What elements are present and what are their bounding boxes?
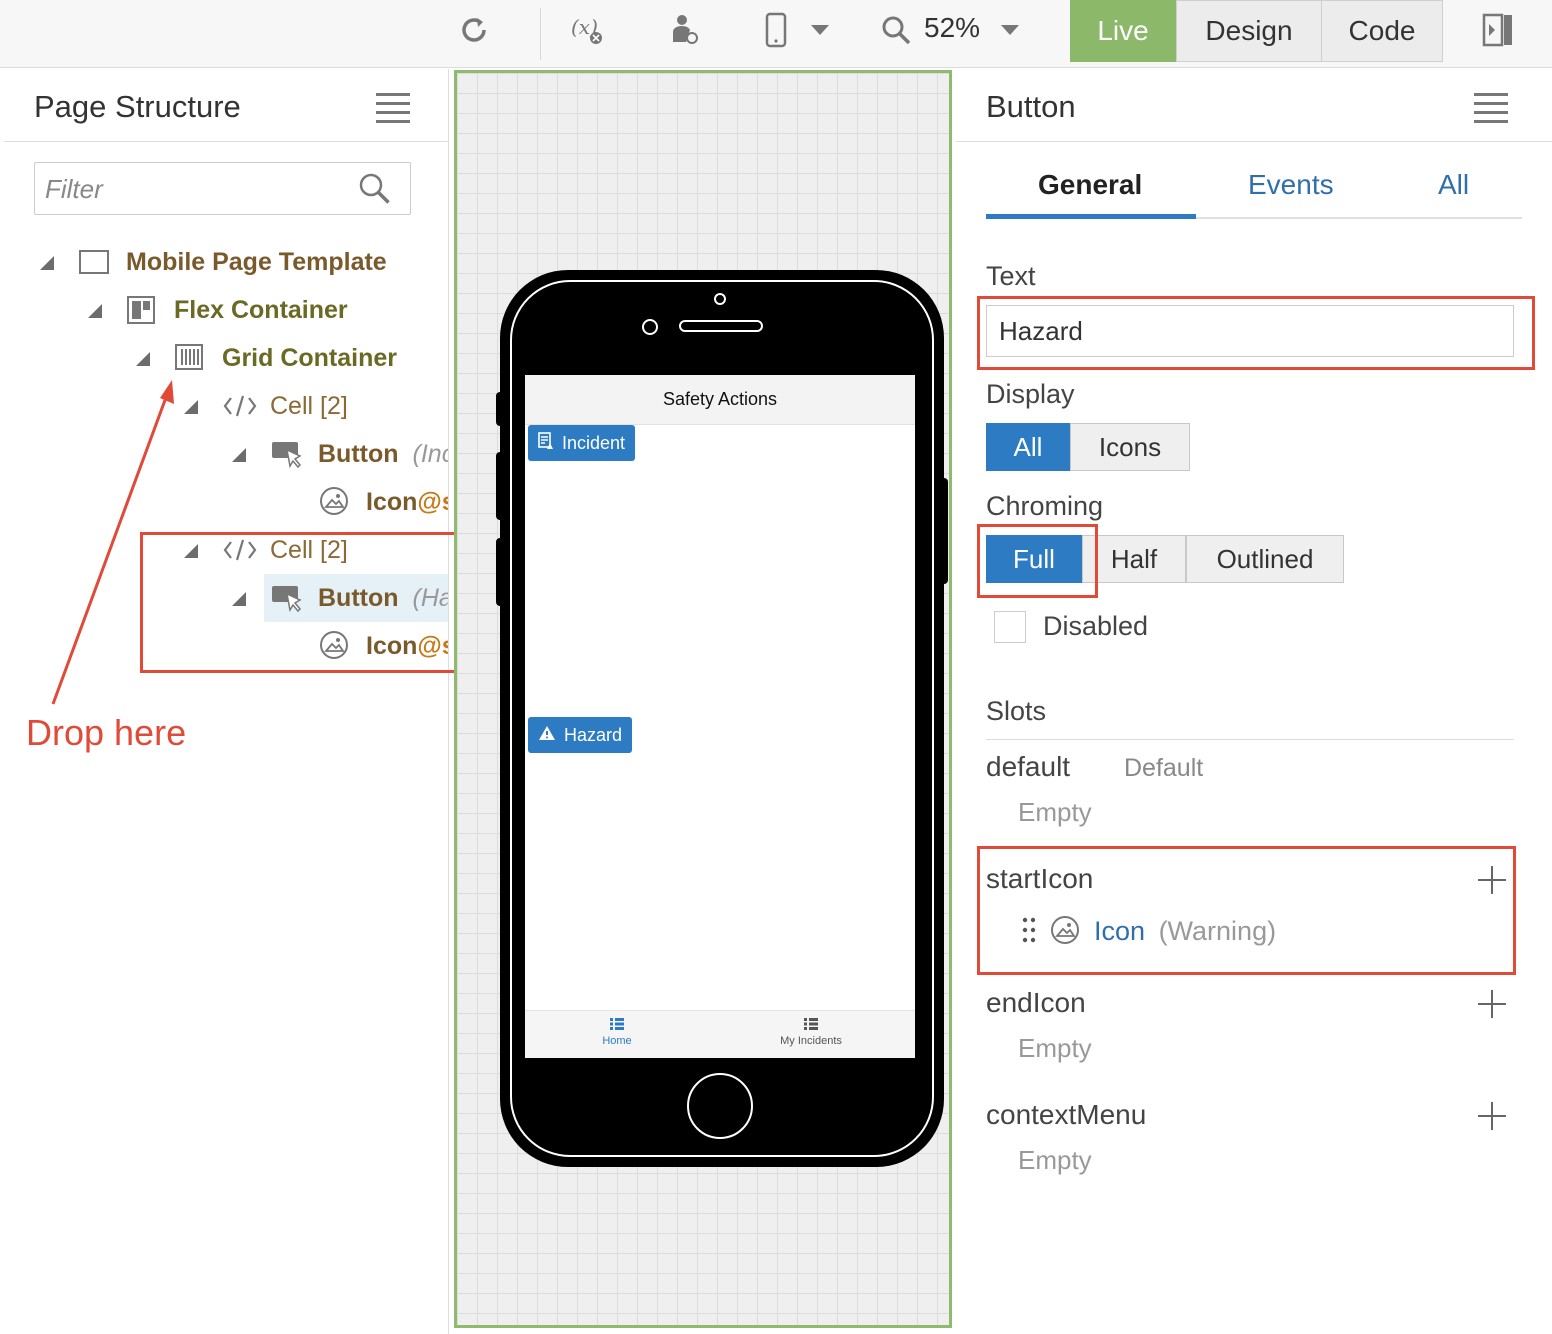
divider <box>986 739 1514 740</box>
hazard-button[interactable]: Hazard <box>528 717 633 753</box>
zoom-level[interactable]: 52% <box>924 12 980 44</box>
display-icons-option[interactable]: Icons <box>1070 423 1190 471</box>
chroming-full-highlight <box>977 524 1098 598</box>
code-mode-button[interactable]: Code <box>1321 0 1443 62</box>
slot-default-hint: Default <box>1124 754 1204 782</box>
list-icon <box>610 1018 624 1030</box>
image-icon <box>319 486 349 521</box>
tree-item-sublabel: (Inc <box>412 439 448 468</box>
app-header: Safety Actions <box>525 375 915 425</box>
phone-power-button <box>940 478 948 584</box>
toolbar-separator <box>540 8 541 60</box>
warning-icon <box>538 725 556 746</box>
variables-icon[interactable]: (x) <box>568 10 608 50</box>
hazard-button-label: Hazard <box>564 724 623 745</box>
collapse-triangle-icon[interactable] <box>88 304 102 318</box>
tree-item-label: Mobile Page Template <box>126 247 387 276</box>
tree-item-label: Icon <box>366 487 418 516</box>
user-roles-icon[interactable] <box>664 10 704 50</box>
search-icon[interactable] <box>357 171 393 212</box>
live-mode-button[interactable]: Live <box>1070 0 1176 62</box>
refresh-icon[interactable] <box>454 10 494 50</box>
drop-here-annotation: Drop here <box>26 712 187 753</box>
menu-icon[interactable] <box>1474 93 1508 123</box>
slot-default-name: default <box>986 751 1071 782</box>
slot-endicon-value: Empty <box>1018 1033 1092 1063</box>
tab-all[interactable]: All <box>1438 169 1469 201</box>
divider <box>4 141 449 142</box>
app-title: Safety Actions <box>662 389 778 409</box>
phone-home-button <box>687 1073 753 1139</box>
zoom-search-icon[interactable] <box>876 10 916 50</box>
nav-item-home[interactable]: Home <box>557 1017 677 1047</box>
page-template-icon <box>79 250 109 279</box>
nav-item-my-incidents[interactable]: My Incidents <box>751 1017 871 1047</box>
display-label: Display <box>986 379 1075 409</box>
collapse-triangle-icon[interactable] <box>40 256 54 270</box>
phone-speaker-camera <box>642 293 763 335</box>
chroming-outlined-option[interactable]: Outlined <box>1186 535 1344 583</box>
button-icon <box>271 440 303 475</box>
tree-item-label-suffix: @s <box>417 487 448 516</box>
tab-general[interactable]: General <box>1038 169 1142 201</box>
panel-title: Button <box>986 89 1076 124</box>
flex-container-icon <box>127 296 155 329</box>
properties-panel: Button General Events All Text Display A… <box>956 69 1552 1334</box>
text-field-highlight <box>977 296 1535 370</box>
bottom-navigation: Home My Incidents <box>525 1010 915 1058</box>
filter-field <box>34 162 411 215</box>
report-icon <box>538 431 554 455</box>
tree-item-label: Flex Container <box>174 295 348 324</box>
panel-title: Page Structure <box>34 89 241 124</box>
chroming-label: Chroming <box>986 491 1104 521</box>
nav-my-incidents-label: My Incidents <box>780 1035 842 1047</box>
menu-icon[interactable] <box>376 93 410 123</box>
starticon-slot-highlight <box>977 846 1516 975</box>
incident-button[interactable]: Incident <box>528 425 636 461</box>
tree-item-mobile-page-template[interactable]: Mobile Page Template <box>126 240 387 284</box>
phone-mute-switch <box>496 392 504 426</box>
tree-item-label: Cell [2] <box>270 391 348 420</box>
slots-label: Slots <box>986 696 1047 726</box>
mobile-device-icon[interactable] <box>756 10 796 50</box>
tree-item-flex-container[interactable]: Flex Container <box>174 288 348 332</box>
tab-events[interactable]: Events <box>1248 169 1334 201</box>
tree-item-grid-container[interactable]: Grid Container <box>222 336 397 380</box>
active-tab-indicator <box>986 214 1196 219</box>
slot-contextmenu-name: contextMenu <box>986 1099 1147 1130</box>
panel-toggle-icon[interactable] <box>1478 10 1518 50</box>
tree-item-button-incident[interactable]: Button (Inc <box>318 432 448 476</box>
add-contextmenu-icon[interactable] <box>1478 1102 1506 1130</box>
tree-item-label: Grid Container <box>222 343 398 372</box>
nav-home-label: Home <box>602 1035 632 1047</box>
tree-item-icon[interactable]: Icon@s <box>366 480 448 524</box>
incident-button-label: Incident <box>562 432 626 453</box>
zoom-chevron-down-icon[interactable] <box>990 10 1030 50</box>
phone-volume-up <box>496 452 504 520</box>
filter-input[interactable] <box>45 171 345 207</box>
disabled-label: Disabled <box>1043 611 1149 641</box>
display-all-option[interactable]: All <box>986 423 1070 471</box>
phone-volume-down <box>496 538 504 606</box>
slot-endicon-name: endIcon <box>986 987 1086 1018</box>
list-icon <box>804 1018 818 1030</box>
slot-contextmenu-value: Empty <box>1018 1145 1092 1175</box>
design-mode-button[interactable]: Design <box>1176 0 1322 62</box>
code-cell-icon <box>223 394 257 423</box>
phone-screen: Safety Actions Incident Hazard Home My I… <box>525 375 915 1058</box>
disabled-checkbox[interactable] <box>994 611 1026 643</box>
collapse-triangle-icon[interactable] <box>136 352 150 366</box>
divider <box>956 141 1552 142</box>
annotation-arrow <box>51 380 174 705</box>
collapse-triangle-icon[interactable] <box>232 448 246 462</box>
add-endicon-icon[interactable] <box>1478 990 1506 1018</box>
text-label: Text <box>986 261 1036 291</box>
top-toolbar: (x) 52% Live Design Code <box>0 0 1552 68</box>
slot-default-value: Empty <box>1018 797 1092 827</box>
tree-item-label: Button <box>318 439 399 468</box>
device-chevron-down-icon[interactable] <box>800 10 840 50</box>
